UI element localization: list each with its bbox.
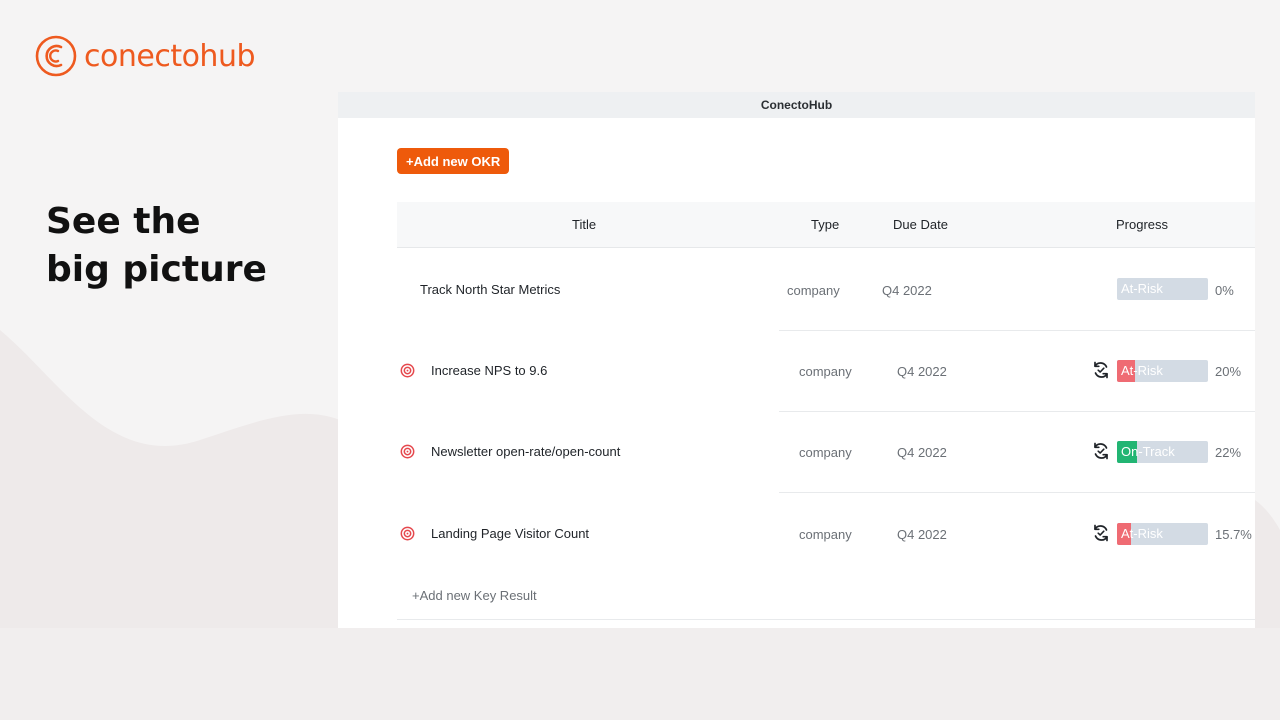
progress-percent: 0% <box>1215 283 1234 298</box>
sync-icon[interactable] <box>1091 523 1111 543</box>
window-title: ConectoHub <box>760 98 833 112</box>
headline: See the big picture <box>46 198 267 294</box>
table-row[interactable]: Newsletter open-rate/open-count company … <box>397 412 1255 493</box>
app-window: ConectoHub +Add new OKR Title Type Due D… <box>338 92 1255 628</box>
okr-due-date: Q4 2022 <box>897 364 947 379</box>
okr-type: company <box>799 445 852 460</box>
okr-due-date: Q4 2022 <box>897 445 947 460</box>
sync-icon[interactable] <box>1091 360 1111 380</box>
table-header: Title Type Due Date Progress <box>397 202 1255 248</box>
okr-title[interactable]: Newsletter open-rate/open-count <box>431 444 620 459</box>
okr-title[interactable]: Increase NPS to 9.6 <box>431 363 547 378</box>
target-icon <box>400 444 415 459</box>
table-row[interactable]: Increase NPS to 9.6 company Q4 2022 At-R… <box>397 331 1255 412</box>
progress-percent: 20% <box>1215 364 1242 379</box>
progress-bar: At-Risk <box>1117 523 1208 545</box>
add-key-result-link[interactable]: +Add new Key Result <box>412 588 537 603</box>
okr-type: company <box>787 283 840 298</box>
okr-title[interactable]: Landing Page Visitor Count <box>431 526 589 541</box>
column-header-type[interactable]: Type <box>811 202 839 247</box>
status-label: At-Risk <box>1121 526 1163 541</box>
okr-type: company <box>799 527 852 542</box>
sync-icon[interactable] <box>1091 441 1111 461</box>
progress-percent: 22% <box>1215 445 1242 460</box>
progress-bar: At-Risk <box>1117 278 1208 300</box>
progress-percent: 15.7% <box>1215 527 1252 542</box>
conectohub-logo-icon <box>35 35 77 77</box>
progress-bar: At-Risk <box>1117 360 1208 382</box>
okr-type: company <box>799 364 852 379</box>
status-label: At-Risk <box>1121 281 1163 296</box>
status-label: At-Risk <box>1121 363 1163 378</box>
brand-logo: conectohub <box>34 34 256 78</box>
target-icon <box>400 363 415 378</box>
progress-bar: On-Track <box>1117 441 1208 463</box>
column-header-due-date[interactable]: Due Date <box>893 202 948 247</box>
column-header-progress[interactable]: Progress <box>1116 202 1168 247</box>
status-label: On-Track <box>1121 444 1175 459</box>
okr-table: Title Type Due Date Progress Track North… <box>397 202 1255 620</box>
target-icon <box>400 526 415 541</box>
table-row[interactable]: Track North Star Metrics company Q4 2022… <box>397 248 1255 331</box>
brand-name: conectohub <box>84 38 256 74</box>
window-title-bar: ConectoHub <box>338 92 1255 118</box>
okr-title[interactable]: Track North Star Metrics <box>420 282 560 297</box>
headline-line-2: big picture <box>46 249 267 290</box>
add-okr-button[interactable]: +Add new OKR <box>397 148 510 174</box>
table-row[interactable]: Landing Page Visitor Count company Q4 20… <box>397 493 1255 573</box>
headline-line-1: See the <box>46 201 201 242</box>
okr-due-date: Q4 2022 <box>882 283 932 298</box>
column-header-title[interactable]: Title <box>572 202 596 247</box>
okr-due-date: Q4 2022 <box>897 527 947 542</box>
